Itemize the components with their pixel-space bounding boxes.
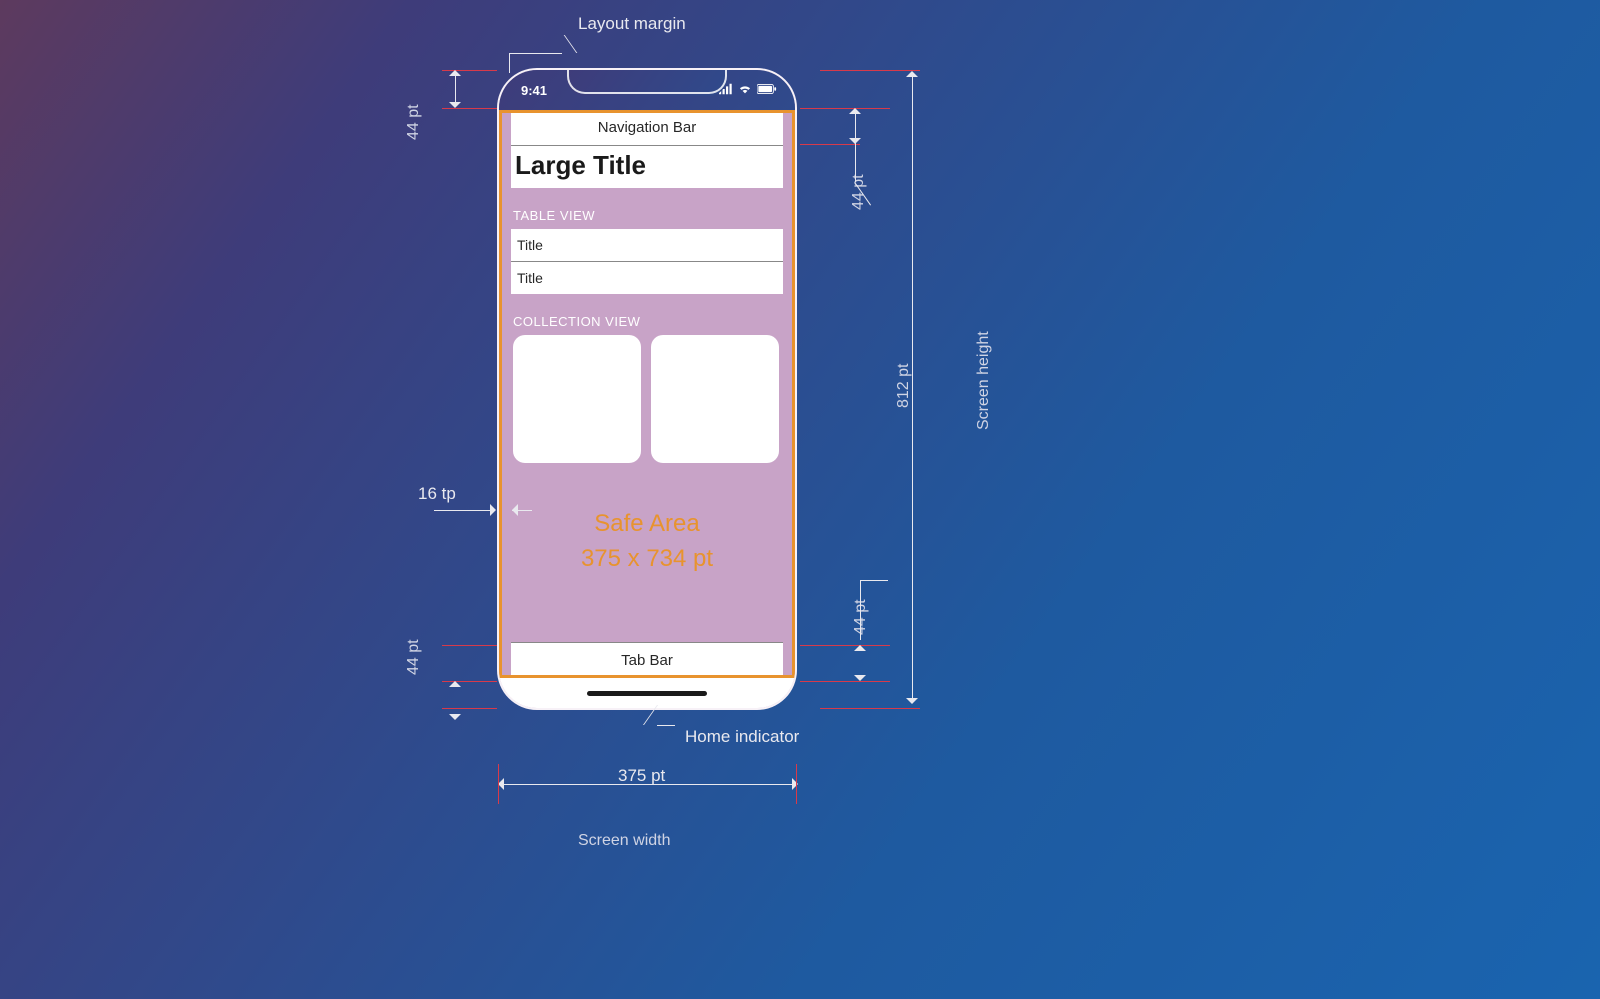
annotation-left-margin: 16 tp	[418, 484, 456, 504]
wifi-icon	[738, 83, 752, 98]
collection-section-header: COLLECTION VIEW	[511, 314, 783, 335]
table-row[interactable]: Title	[511, 229, 783, 262]
content-area: Navigation Bar Large Title TABLE VIEW Ti…	[511, 110, 783, 678]
annotation-tabbar-height-right: 44 pt	[852, 599, 870, 635]
tab-bar-label: Tab Bar	[621, 652, 673, 669]
table-row[interactable]: Title	[511, 262, 783, 294]
annotation-navbar-height: 44 pt	[850, 174, 868, 210]
status-time: 9:41	[521, 83, 547, 98]
home-indicator-area	[499, 678, 795, 708]
annotation-height-value: 812 pt	[895, 364, 913, 408]
table-row-label: Title	[517, 270, 543, 286]
annotation-screen-width: Screen width	[578, 832, 671, 850]
navigation-bar: Navigation Bar	[511, 110, 783, 146]
annotation-tabbar-height-left: 44 pt	[405, 639, 423, 675]
home-indicator[interactable]	[587, 691, 707, 696]
phone-frame: 9:41 Navigation Bar Large Title	[497, 68, 797, 710]
collection-card[interactable]	[651, 335, 779, 463]
annotation-statusbar-height: 44 pt	[405, 104, 423, 140]
large-title: Large Title	[511, 146, 783, 188]
battery-icon	[757, 83, 777, 98]
annotation-screen-height: Screen height	[975, 331, 993, 430]
collection-card[interactable]	[513, 335, 641, 463]
notch	[567, 68, 727, 94]
annotation-home-indicator: Home indicator	[685, 727, 799, 747]
table-row-label: Title	[517, 237, 543, 253]
tab-bar: Tab Bar	[511, 642, 783, 678]
safe-area-label: Safe Area 375 x 734 pt	[511, 507, 783, 577]
annotation-layout-margin: Layout margin	[578, 14, 686, 34]
large-title-label: Large Title	[515, 150, 646, 181]
navigation-bar-label: Navigation Bar	[598, 119, 696, 136]
table-section-header: TABLE VIEW	[511, 208, 783, 229]
annotation-width-value: 375 pt	[618, 766, 665, 786]
